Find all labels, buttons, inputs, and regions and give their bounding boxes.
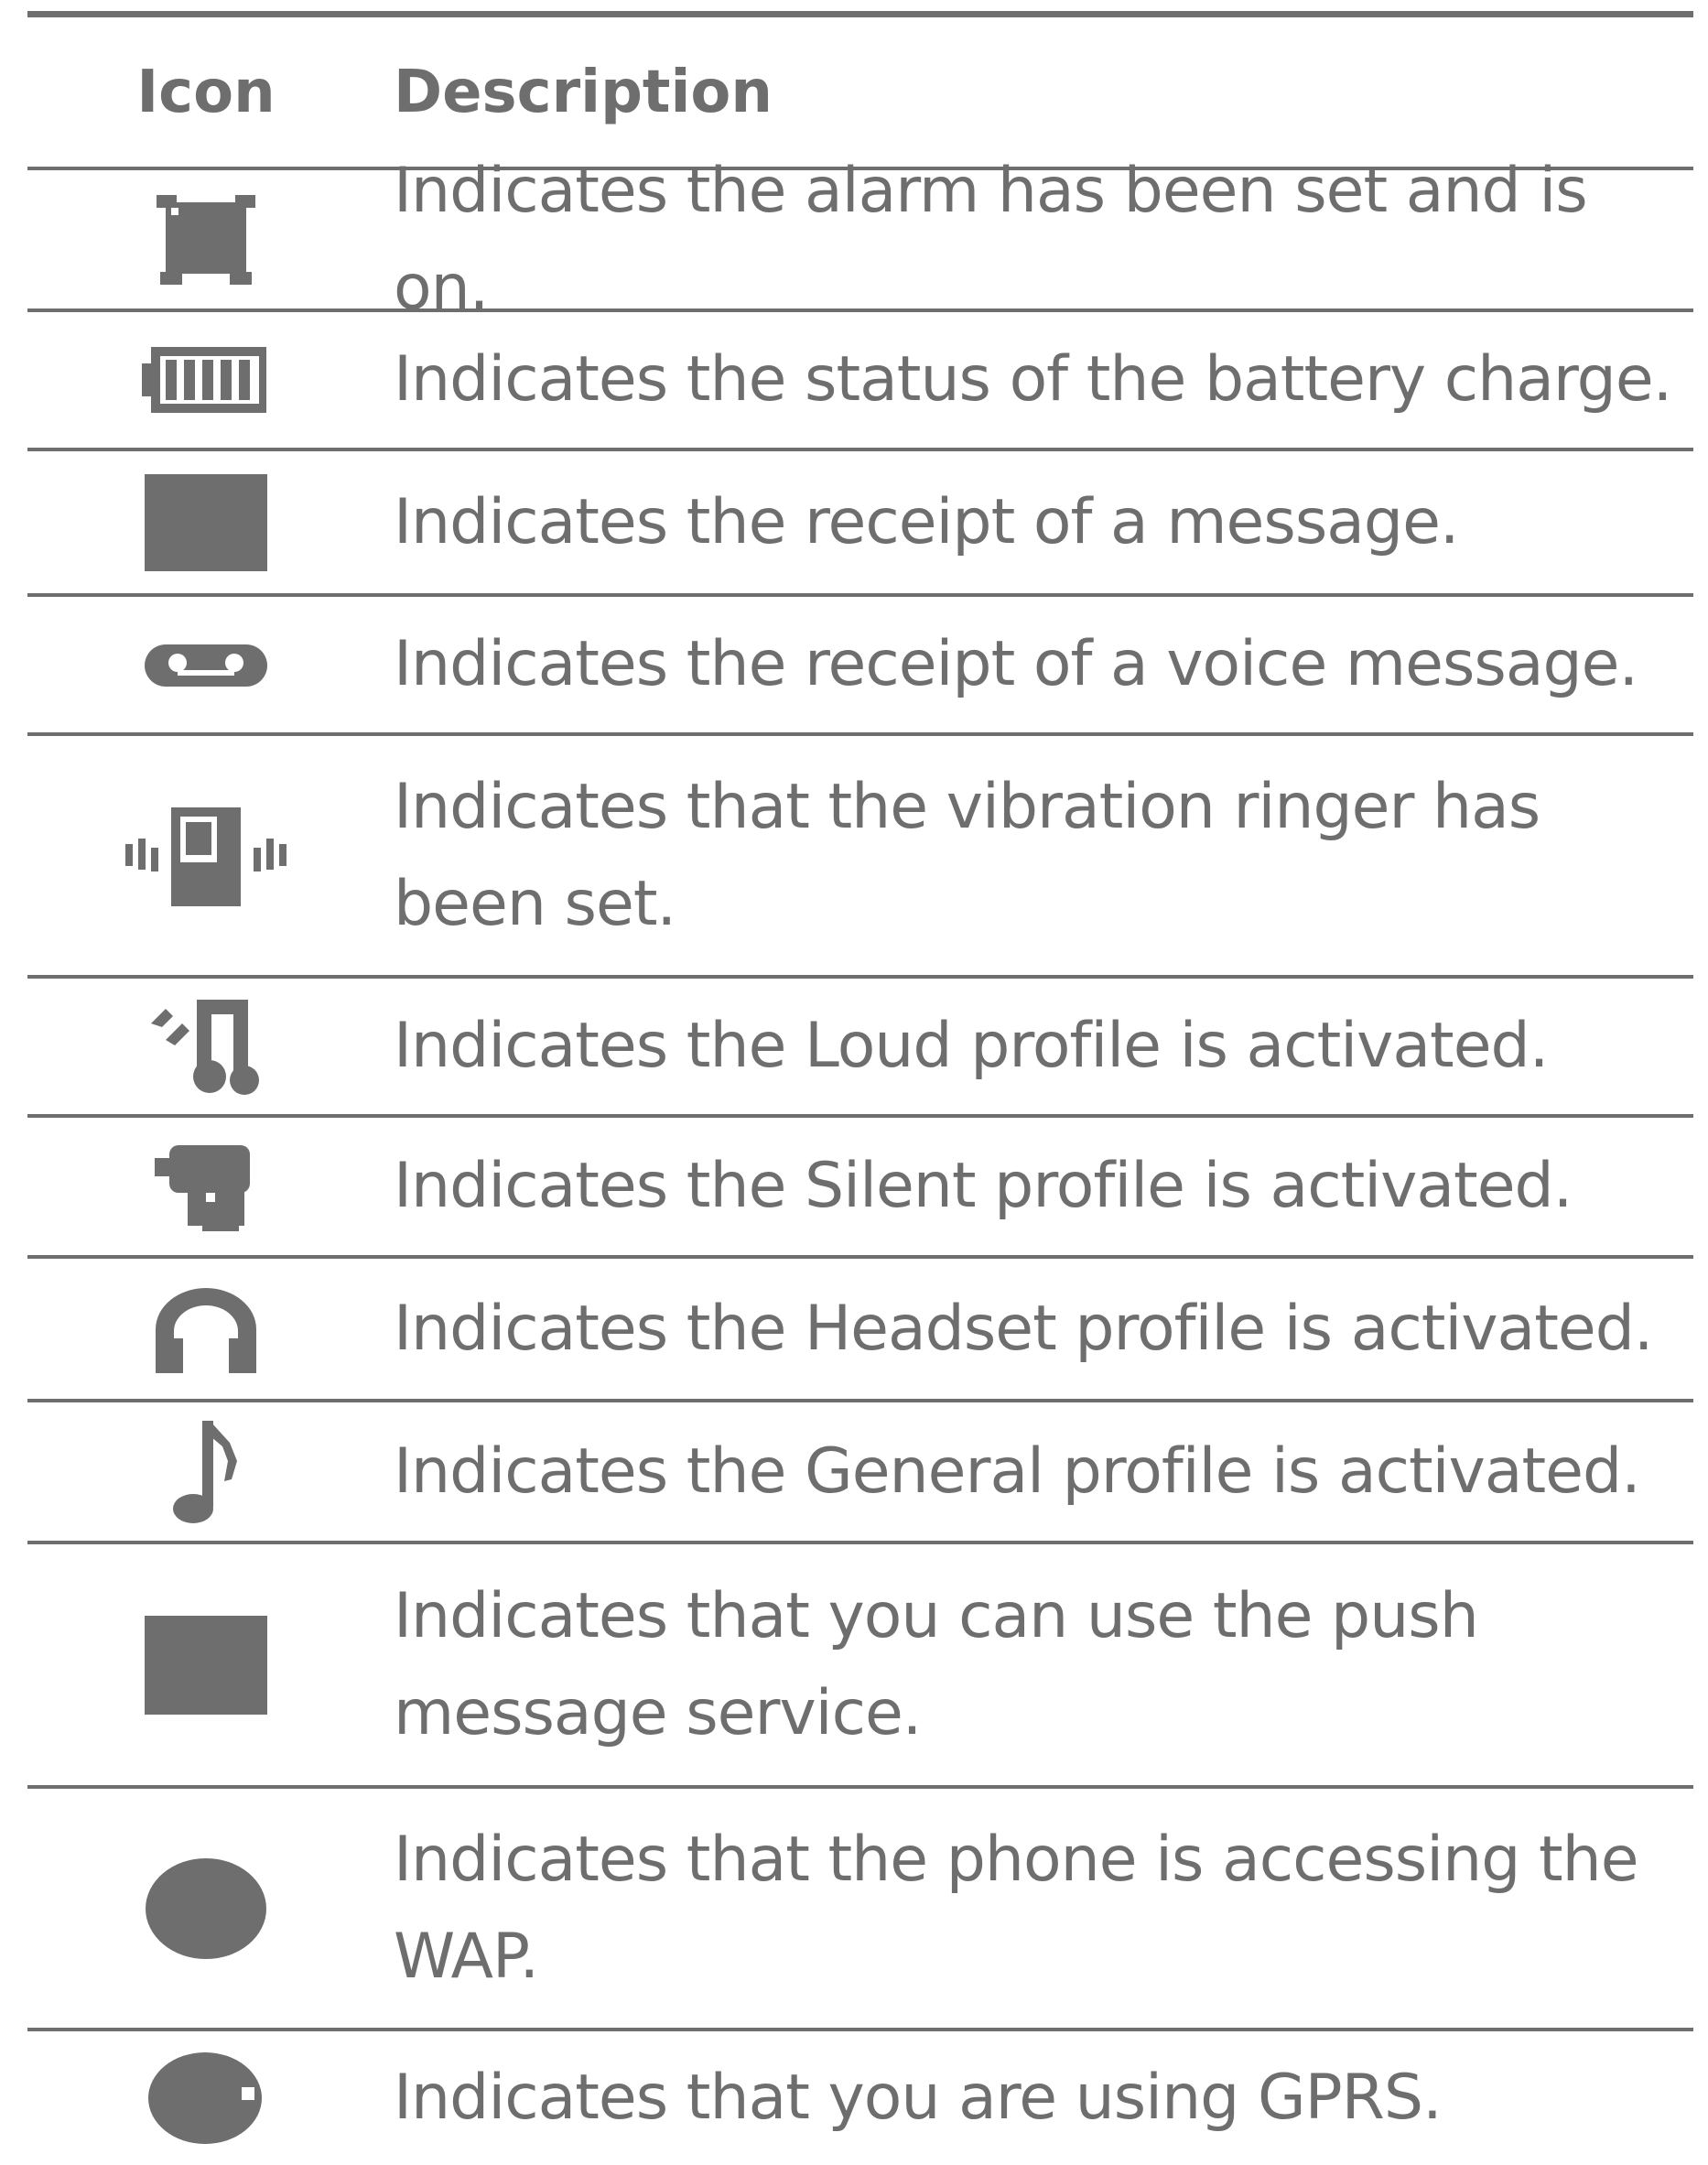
row-description: Indicates that you are using GPRS.	[394, 2062, 1443, 2134]
icon-cell	[27, 1856, 394, 1961]
battery-icon	[142, 347, 266, 413]
table-row: Indicates the Headset profile is activat…	[27, 1259, 1693, 1402]
icon-cell	[27, 635, 394, 694]
row-description: Indicates the General profile is activat…	[394, 1434, 1641, 1508]
icon-cell	[27, 996, 394, 1097]
row-description: Indicates the status of the battery char…	[394, 343, 1672, 416]
header-icon-column: Icon	[136, 58, 276, 126]
row-description: Indicates the alarm has been set and is …	[394, 154, 1588, 324]
table-row: Indicates the Silent profile is activate…	[27, 1118, 1693, 1259]
icon-cell	[27, 1283, 394, 1375]
icon-cell	[27, 343, 394, 417]
table-row: Indicates the alarm has been set and is …	[27, 155, 1693, 324]
row-description: Indicates the receipt of a voice message…	[394, 628, 1638, 700]
alarm-clock-icon	[157, 194, 255, 285]
table-row: Indicates the General profile is activat…	[27, 1402, 1693, 1544]
table-row: Indicates the receipt of a message.	[27, 451, 1693, 597]
icon-cell	[27, 1140, 394, 1233]
icon-cell	[27, 189, 394, 290]
table-row: Indicates that you can use the push mess…	[27, 1544, 1693, 1789]
voicemail-icon	[145, 644, 267, 687]
loud-profile-icon	[151, 1000, 259, 1095]
row-description: Indicates that the vibration ringer has …	[394, 770, 1540, 940]
row-description: Indicates the receipt of a message.	[394, 485, 1460, 558]
table-row: Indicates the status of the battery char…	[27, 312, 1693, 451]
row-description: Indicates the Headset profile is activat…	[394, 1292, 1654, 1365]
icon-cell	[27, 1615, 394, 1715]
icon-cell	[27, 473, 394, 571]
table-row: Indicates that you are using GPRS.	[27, 2031, 1693, 2165]
vibration-icon	[125, 806, 286, 906]
row-description: Indicates the Loud profile is activated.	[394, 1010, 1549, 1082]
icon-cell	[27, 2051, 394, 2146]
message-icon	[145, 473, 267, 571]
row-description: Indicates the Silent profile is activate…	[394, 1150, 1573, 1222]
table-row: Indicates that the vibration ringer has …	[27, 736, 1693, 979]
silent-profile-icon	[155, 1145, 250, 1231]
icon-cell	[27, 1417, 394, 1527]
icon-cell	[27, 802, 394, 910]
table-row: Indicates the Loud profile is activated.	[27, 979, 1693, 1118]
music-note-icon	[173, 1420, 237, 1523]
headset-icon	[156, 1287, 256, 1373]
icon-table: Icon Description Indicates the alarm has…	[27, 11, 1693, 2165]
wap-icon	[146, 1857, 266, 1959]
gprs-icon	[148, 2052, 262, 2144]
header-description-column: Description	[394, 58, 773, 126]
table-row: Indicates the receipt of a voice message…	[27, 597, 1693, 736]
row-description: Indicates that you can use the push mess…	[394, 1579, 1479, 1749]
table-row: Indicates that the phone is accessing th…	[27, 1789, 1693, 2031]
row-description: Indicates that the phone is accessing th…	[394, 1823, 1639, 1993]
push-message-icon	[145, 1615, 267, 1715]
